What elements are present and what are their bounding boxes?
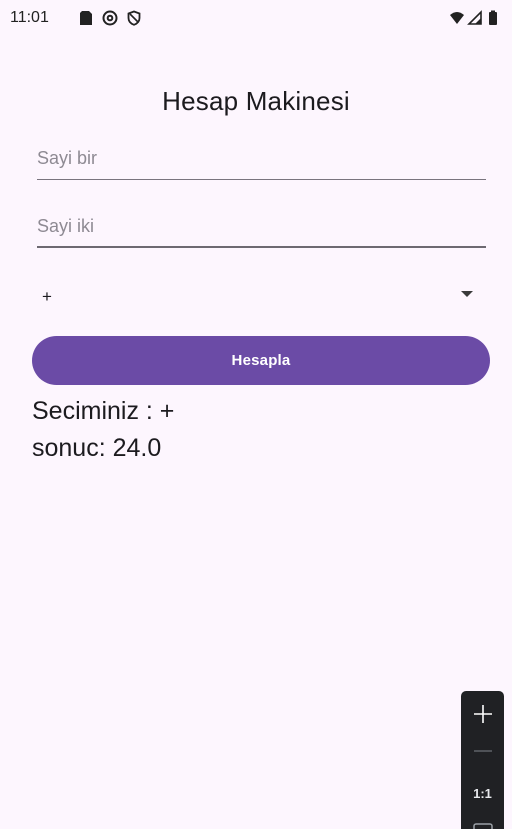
number-one-underline — [37, 179, 486, 180]
zoom-fit-icon[interactable] — [461, 819, 504, 829]
number-two-input[interactable] — [37, 211, 486, 241]
number-one-input[interactable] — [37, 143, 486, 173]
shield-icon — [126, 10, 142, 26]
operator-selected-value: + — [42, 287, 52, 306]
page-title: Hesap Makinesi — [162, 86, 350, 116]
sd-card-icon — [78, 10, 94, 26]
zoom-reset-button[interactable]: 1:1 — [461, 781, 504, 805]
app-screen: 11:01 Hesap Makinesi + Hesapla Sec — [0, 0, 512, 829]
dropdown-arrow-icon — [461, 291, 473, 297]
number-one-field[interactable] — [37, 143, 486, 180]
signal-icon — [467, 10, 483, 26]
number-two-field[interactable] — [37, 211, 486, 248]
zoom-in-icon[interactable] — [461, 699, 504, 729]
wifi-icon — [449, 10, 465, 26]
result-text: sonuc: 24.0 — [32, 434, 162, 462]
calculate-button[interactable]: Hesapla — [32, 336, 490, 385]
status-bar: 11:01 — [0, 0, 512, 38]
zoom-out-icon[interactable] — [461, 739, 504, 763]
status-time: 11:01 — [10, 9, 49, 26]
at-sign-icon — [102, 10, 118, 26]
number-two-underline — [37, 246, 486, 248]
battery-icon — [488, 10, 498, 26]
zoom-control: 1:1 — [461, 691, 504, 829]
operator-select[interactable]: + — [37, 280, 473, 312]
selection-text: Seciminiz : + — [32, 397, 175, 425]
window-edge — [512, 0, 523, 829]
